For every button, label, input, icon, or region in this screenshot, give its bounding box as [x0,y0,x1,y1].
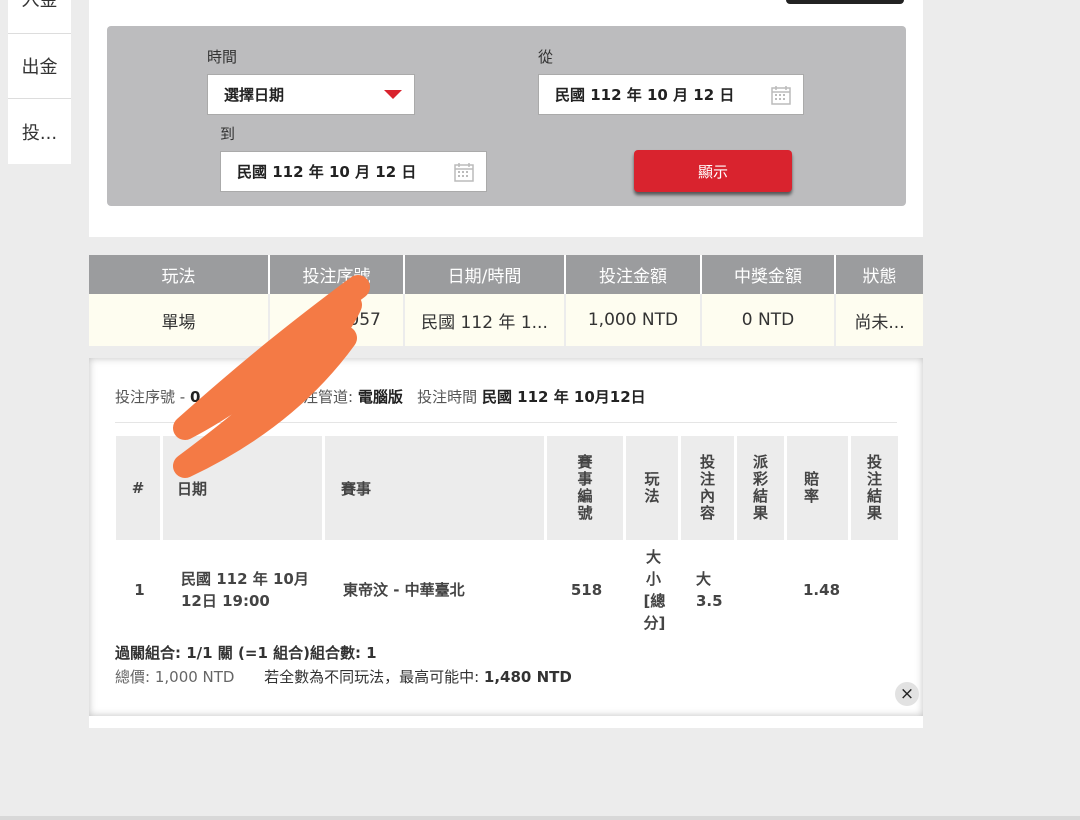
sidebar-item-label: 出金 [21,57,58,78]
calendar-icon[interactable] [771,85,791,105]
sidebar-item-deposit[interactable]: 入金 [8,0,71,34]
total-label: 總價: [115,668,151,686]
col-header-bet-content: 投注內容 [681,436,737,540]
serial-label: 投注序號 - [115,388,186,406]
col-header-datetime[interactable]: 日期/時間 [405,255,566,294]
calendar-icon[interactable] [454,162,474,182]
to-date-value: 民國 112 年 10 月 12 日 [237,163,417,181]
sidebar: 入金 出金 投... [8,0,71,164]
from-label: 從 [538,48,554,66]
serial-value: 0 [189,388,201,406]
bet-time-value: 民國 112 年 10月12日 [481,388,646,406]
total-value: 1,000 NTD [154,668,235,686]
cell-odds: 1.48 [803,581,841,599]
table-row[interactable]: 單場 0 057 民國 112 年 1... 1,000 NTD 0 NTD 尚… [89,294,923,346]
cell-date: 民國 112 年 10月 12日 19:00 [163,540,325,640]
show-button[interactable]: 顯示 [634,150,792,192]
col-header-index: # [116,436,163,540]
sidebar-item-label: 投... [21,122,58,144]
col-header-date: 日期 [163,436,325,540]
cell-datetime: 民國 112 年 1... [405,294,566,346]
sidebar-item-withdraw[interactable]: 出金 [8,34,71,99]
total-summary: 總價: 1,000 NTD 若全數為不同玩法，最高可能中: 1,480 NTD [115,666,572,687]
channel-label: 投注管道: [287,388,354,406]
channel-value: 電腦版 [357,388,403,406]
max-win-label: 若全數為不同玩法，最高可能中: [264,668,480,686]
results-header: 玩法 投注序號 日期/時間 投注金額 中獎金額 狀態 [89,255,923,294]
cell-win-amount: 0 NTD [702,294,836,346]
col-header-odds-wrap: 賠率 [787,436,851,540]
col-header-status[interactable]: 狀態 [836,255,923,294]
sidebar-item-bets[interactable]: 投... [8,99,71,164]
sidebar-item-label: 入金 [21,0,58,11]
close-icon[interactable]: × [895,682,919,706]
bet-meta: 投注序號 - 0 投注管道: 電腦版 投注時間 民國 112 年 10月12日 [115,386,646,407]
cell-bet-line1: 大 [696,570,712,588]
cell-play-type: 大小[總分] [643,548,666,632]
from-date-value: 民國 112 年 10 月 12 日 [555,86,735,104]
cell-date-line2: 12日 19:00 [181,592,270,610]
bet-detail-card: 投注序號 - 0 投注管道: 電腦版 投注時間 民國 112 年 10月 12日 … [89,358,923,716]
time-select[interactable]: 選擇日期 [207,74,415,115]
cell-serial: 0 057 [270,294,405,346]
bottom-border [0,816,1080,820]
col-header-bet-result: 投注結果 [865,454,883,522]
bet-detail-table: # 日期 賽事 賽事編號 玩法 投注內容 派彩結果 賠率 投注結果 1 民國 1… [116,436,898,640]
cell-date-line1: 民國 112 年 10月 [181,570,309,588]
table-row: 1 民國 112 年 10月 12日 19:00 東帝汶 - 中華臺北 518 … [116,540,898,640]
to-date-input[interactable]: 民國 112 年 10 月 12 日 [220,151,487,192]
col-header-payout: 派彩結果 [737,436,787,540]
cell-play: 單場 [89,294,270,346]
combo-summary: 過關組合: 1/1 關 (=1 組合)組合數: 1 [115,644,377,662]
cell-bet-amount: 1,000 NTD [566,294,702,346]
top-action-button[interactable] [786,0,904,4]
col-header-event: 賽事 [325,436,547,540]
time-select-value: 選擇日期 [224,86,285,104]
col-header-win-amount[interactable]: 中獎金額 [702,255,836,294]
cell-play-type-wrap: 大小[總分] [626,540,681,640]
to-label: 到 [220,125,236,143]
cell-event: 東帝汶 - 中華臺北 [343,581,465,599]
results-table: 玩法 投注序號 日期/時間 投注金額 中獎金額 狀態 單場 0 057 民國 1… [89,255,923,346]
cell-bet-line2: 3.5 [696,592,723,610]
bet-time-label: 投注時間 [417,388,478,406]
from-date-input[interactable]: 民國 112 年 10 月 12 日 [538,74,804,115]
cell-event-no: 518 [570,581,603,599]
col-header-serial[interactable]: 投注序號 [270,255,405,294]
cell-index: 1 [134,581,145,599]
cell-payout [737,540,787,640]
dropdown-arrow-icon [384,90,402,99]
col-header-event-no: 賽事編號 [547,436,626,540]
cell-status: 尚未... [836,294,923,346]
time-label: 時間 [207,48,238,66]
max-win-value: 1,480 NTD [483,668,572,686]
col-header-play[interactable]: 玩法 [89,255,270,294]
col-header-bet-amount[interactable]: 投注金額 [566,255,702,294]
col-header-odds: 賠率 [802,471,820,505]
col-header-play-type: 玩法 [626,436,681,540]
cell-bet-result [851,540,898,640]
divider [115,422,897,423]
detail-header: # 日期 賽事 賽事編號 玩法 投注內容 派彩結果 賠率 投注結果 [116,436,898,540]
cell-bet-content: 大 3.5 [681,540,737,640]
detail-card-bottom [89,716,923,728]
